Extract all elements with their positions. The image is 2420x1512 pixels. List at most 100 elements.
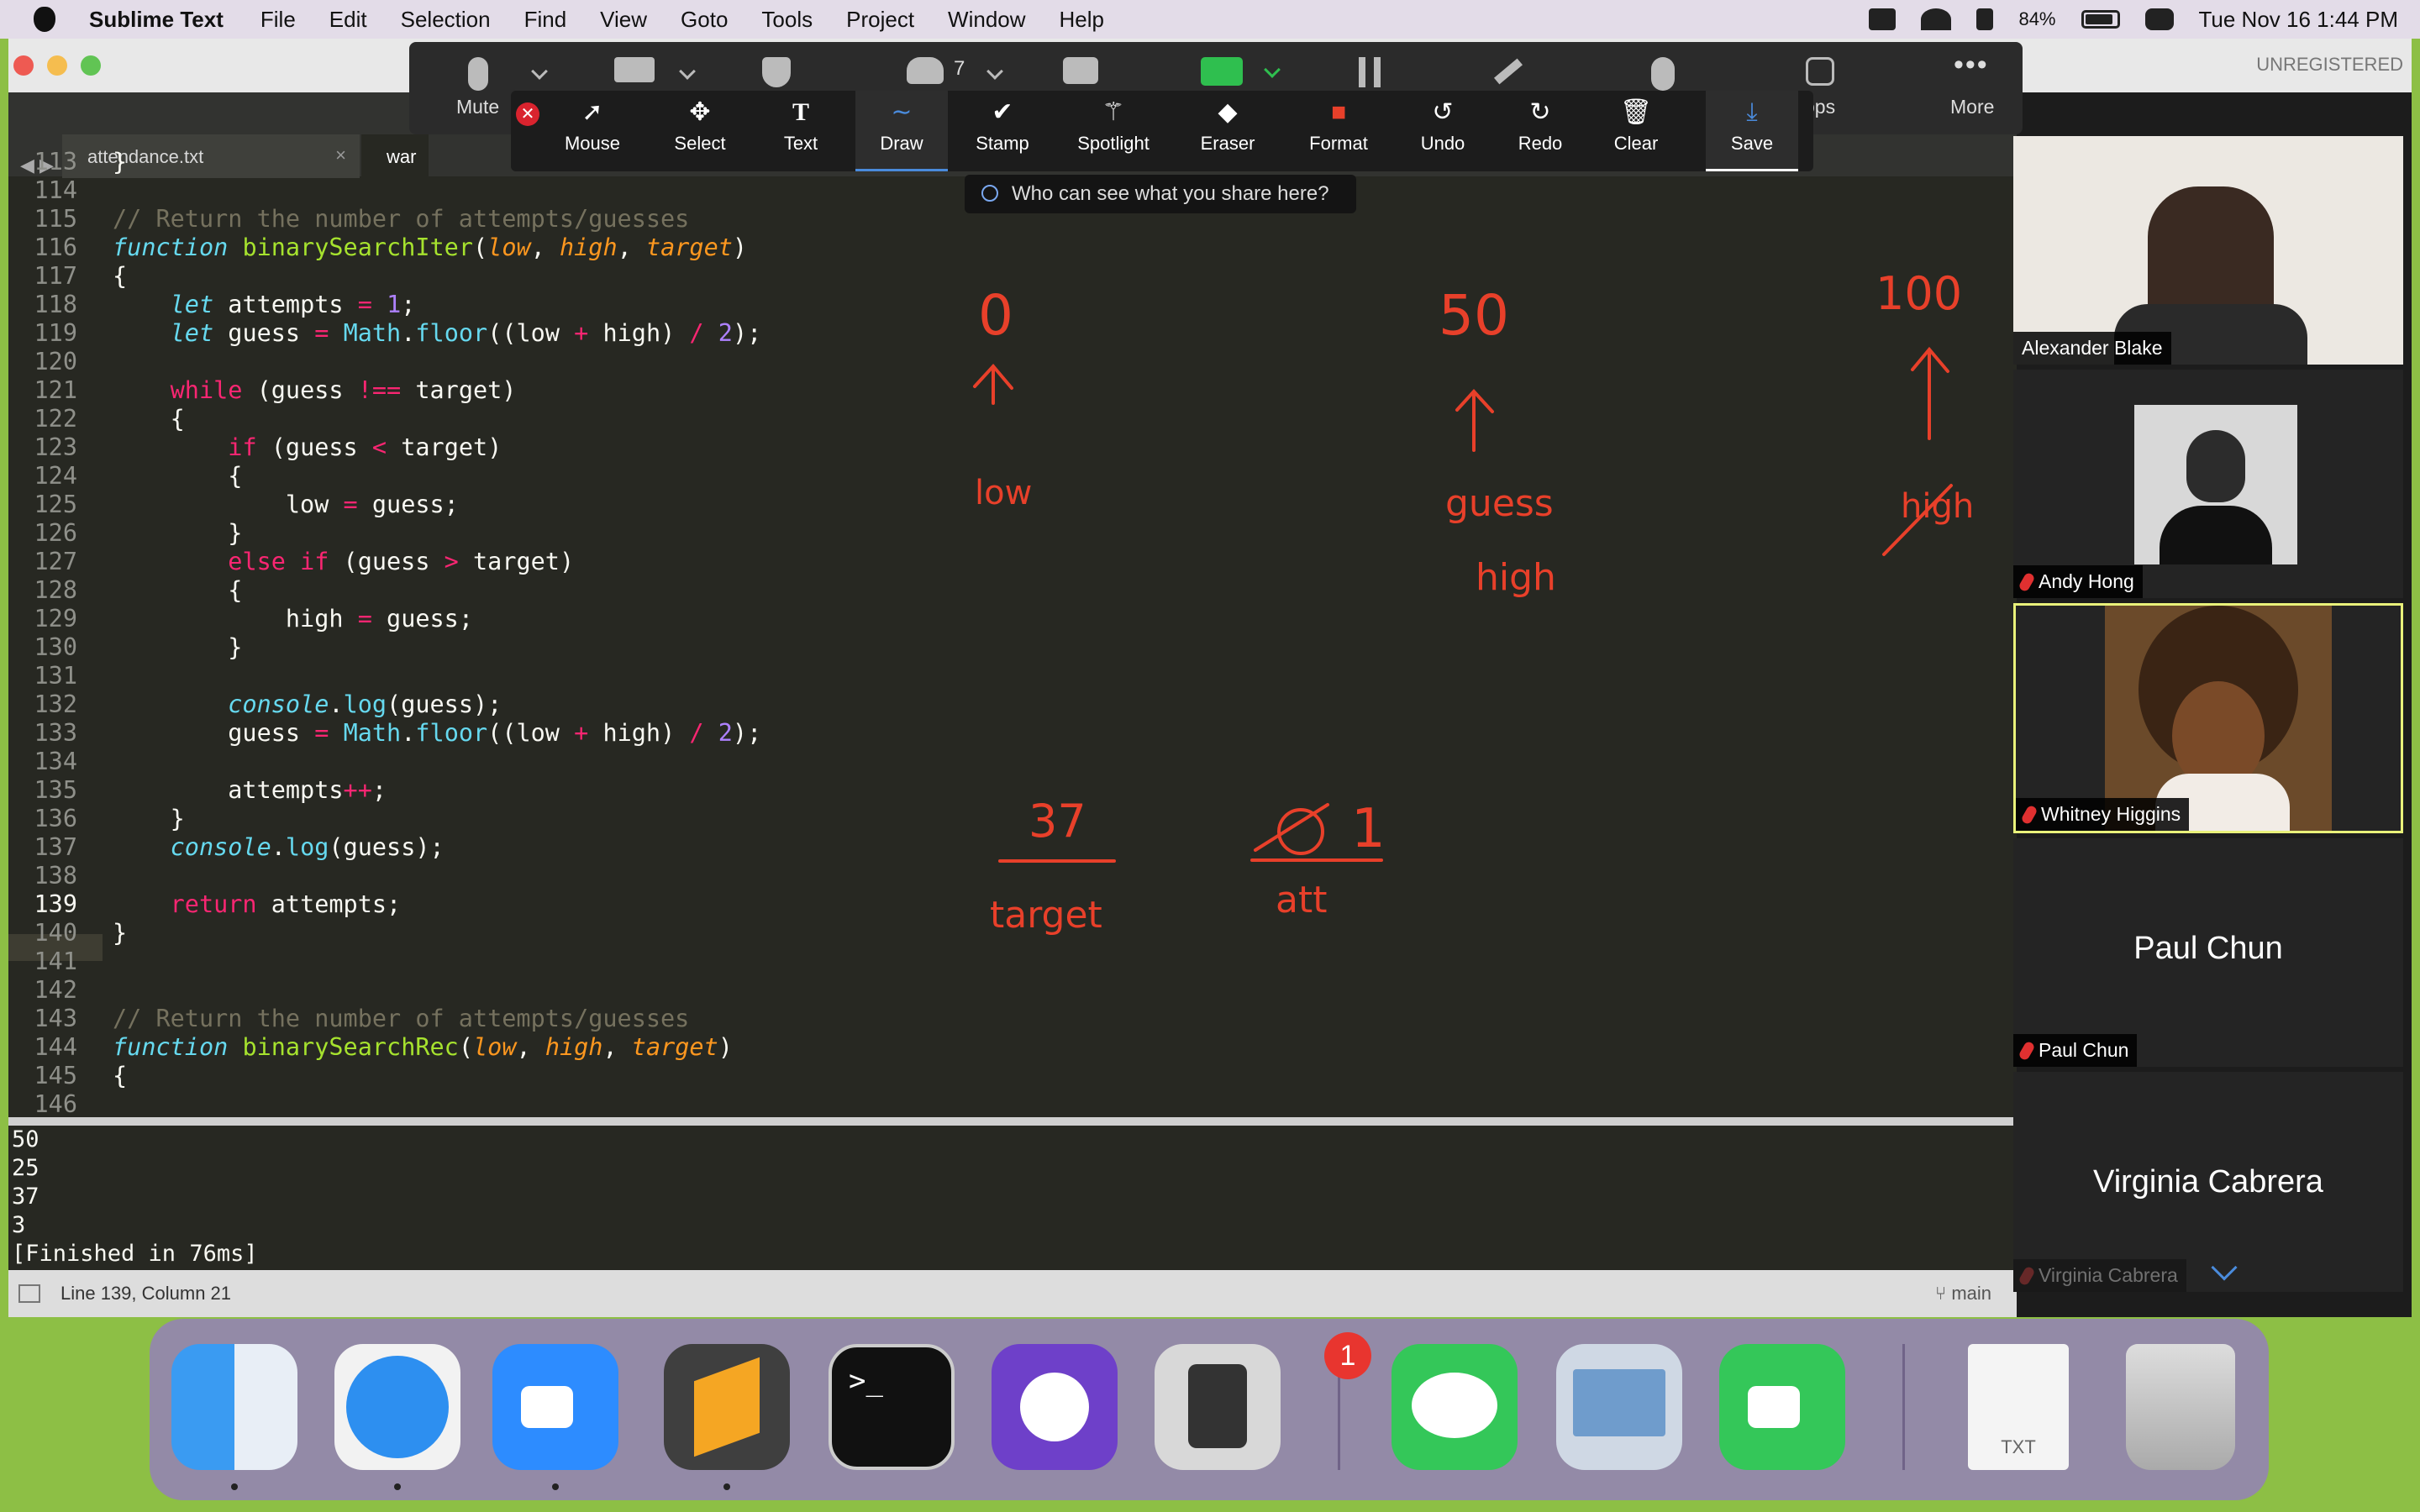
text-document-icon[interactable]: TXT: [1968, 1344, 2069, 1470]
code-line: {: [113, 576, 243, 604]
zoom-icon[interactable]: [492, 1344, 618, 1470]
redo-button[interactable]: ↻ Redo: [1494, 91, 1586, 171]
draw-tool-button[interactable]: ∼ Draw: [855, 91, 948, 171]
menu-file[interactable]: File: [260, 7, 296, 33]
annotate-pencil-icon[interactable]: [1493, 58, 1523, 85]
line-number: 123: [34, 433, 77, 461]
drive-icon[interactable]: [1869, 8, 1897, 30]
menu-app-name[interactable]: Sublime Text: [89, 7, 224, 33]
user-icon[interactable]: [1976, 8, 1994, 30]
menu-window[interactable]: Window: [948, 7, 1025, 33]
select-tool-button[interactable]: ✥ Select: [654, 91, 746, 171]
terminal-icon[interactable]: >_: [829, 1344, 955, 1470]
chevron-down-icon[interactable]: [986, 63, 1003, 80]
menu-tools[interactable]: Tools: [761, 7, 813, 33]
calculator-icon[interactable]: [1155, 1344, 1281, 1470]
close-window-button[interactable]: [13, 55, 34, 76]
battery-icon[interactable]: [2081, 10, 2120, 29]
trash-icon[interactable]: [2126, 1344, 2235, 1470]
eraser-tool-button[interactable]: ◆ Eraser: [1181, 91, 1274, 171]
apple-icon[interactable]: [34, 7, 55, 32]
code-line: while (guess !== target): [170, 376, 517, 404]
github-desktop-icon[interactable]: [992, 1344, 1118, 1470]
spotlight-tool-button[interactable]: ⚚ Spotlight: [1067, 91, 1160, 171]
chevron-down-icon[interactable]: [2211, 1254, 2238, 1281]
minimize-window-button[interactable]: [47, 55, 67, 76]
participant-tile[interactable]: Alexander Blake: [2013, 136, 2403, 365]
mouse-tool-button[interactable]: ➚ Mouse: [546, 91, 639, 171]
safari-icon[interactable]: [334, 1344, 460, 1470]
share-visibility-notice[interactable]: Who can see what you share here?: [965, 175, 1356, 213]
pause-share-icon[interactable]: [1359, 57, 1365, 87]
download-icon: ⤓: [1746, 98, 1758, 126]
menu-find[interactable]: Find: [524, 7, 567, 33]
messages-icon[interactable]: [1392, 1344, 1518, 1470]
mute-label[interactable]: Mute: [456, 96, 499, 118]
facetime-icon[interactable]: [1719, 1344, 1845, 1470]
line-number: 113: [34, 148, 77, 176]
camera-icon[interactable]: [614, 57, 655, 82]
output-splitter[interactable]: [8, 1117, 2017, 1126]
sublime-text-icon[interactable]: [664, 1344, 790, 1470]
zoom-window-button[interactable]: [81, 55, 101, 76]
apps-icon[interactable]: [1806, 57, 1834, 86]
participant-tile[interactable]: Virginia Cabrera Virginia Cabrera: [2013, 1072, 2403, 1292]
menu-clock[interactable]: Tue Nov 16 1:44 PM: [2199, 7, 2399, 33]
share-screen-icon[interactable]: [1201, 57, 1243, 86]
code-editor[interactable]: 113 114 115 116 117 118 119 120 121 122 123 124 125 1…: [8, 148, 2017, 1122]
code-line: console.log(guess);: [170, 833, 445, 861]
status-bar: Line 139, Column 21 ⑂ main: [8, 1270, 2017, 1317]
git-branch[interactable]: ⑂ main: [1935, 1283, 1991, 1305]
line-number: 120: [34, 348, 77, 375]
format-tool-button[interactable]: ■ Format: [1292, 91, 1385, 171]
menu-goto[interactable]: Goto: [681, 7, 728, 33]
messages-badge: 1: [1324, 1332, 1371, 1379]
undo-icon: ↺: [1432, 98, 1454, 126]
clear-button[interactable]: 🗑 Clear: [1590, 91, 1682, 171]
chat-icon[interactable]: [1063, 57, 1098, 84]
more-label[interactable]: More: [1950, 96, 1994, 118]
menu-project[interactable]: Project: [846, 7, 914, 33]
stamp-tool-button[interactable]: ✔ Stamp: [956, 91, 1049, 171]
microphone-icon[interactable]: [468, 57, 488, 91]
panel-toggle-icon[interactable]: [18, 1284, 40, 1303]
code-line: }: [113, 919, 128, 947]
remote-control-mouse-icon[interactable]: [1651, 57, 1675, 91]
line-number: 119: [34, 319, 77, 347]
participants-icon[interactable]: [907, 57, 944, 84]
more-dots-icon[interactable]: •••: [1954, 49, 1989, 81]
code-line: {: [113, 1062, 128, 1089]
text-tool-button[interactable]: T Text: [755, 91, 847, 171]
participant-tile[interactable]: Whitney Higgins: [2013, 603, 2403, 833]
undo-button[interactable]: ↺ Undo: [1397, 91, 1489, 171]
chevron-down-icon[interactable]: [679, 63, 696, 80]
menu-selection[interactable]: Selection: [401, 7, 491, 33]
code-line: let guess = Math.floor((low + high) / 2)…: [170, 319, 762, 347]
wifi-icon[interactable]: [1921, 8, 1952, 30]
code-line: low = guess;: [113, 491, 459, 518]
code-line: console.log(guess);: [228, 690, 502, 718]
code-line: return attempts;: [170, 890, 402, 918]
save-button[interactable]: ⤓ Save: [1706, 91, 1798, 171]
color-swatch-icon: ■: [1330, 98, 1347, 126]
line-number: 127: [34, 548, 77, 575]
chevron-down-icon[interactable]: [531, 63, 548, 80]
security-shield-icon[interactable]: [762, 57, 791, 87]
menu-help[interactable]: Help: [1060, 7, 1104, 33]
close-annotation-icon[interactable]: ✕: [516, 102, 539, 126]
battery-percent: 84%: [2018, 8, 2056, 29]
menu-view[interactable]: View: [600, 7, 647, 33]
cursor-icon: ➚: [581, 98, 603, 126]
control-center-icon[interactable]: [2144, 8, 2174, 30]
finder-icon[interactable]: [171, 1344, 297, 1470]
preview-icon[interactable]: [1556, 1344, 1682, 1470]
participant-tile[interactable]: Andy Hong: [2013, 370, 2403, 598]
menu-edit[interactable]: Edit: [329, 7, 367, 33]
chevron-down-icon[interactable]: [1264, 61, 1281, 78]
line-number: 140: [34, 919, 77, 947]
person-icon: [981, 185, 998, 202]
line-number: 124: [34, 462, 77, 490]
txt-label: TXT: [2001, 1436, 2036, 1457]
participant-tile[interactable]: Paul Chun Paul Chun: [2013, 838, 2403, 1067]
line-number: 141: [34, 948, 77, 975]
